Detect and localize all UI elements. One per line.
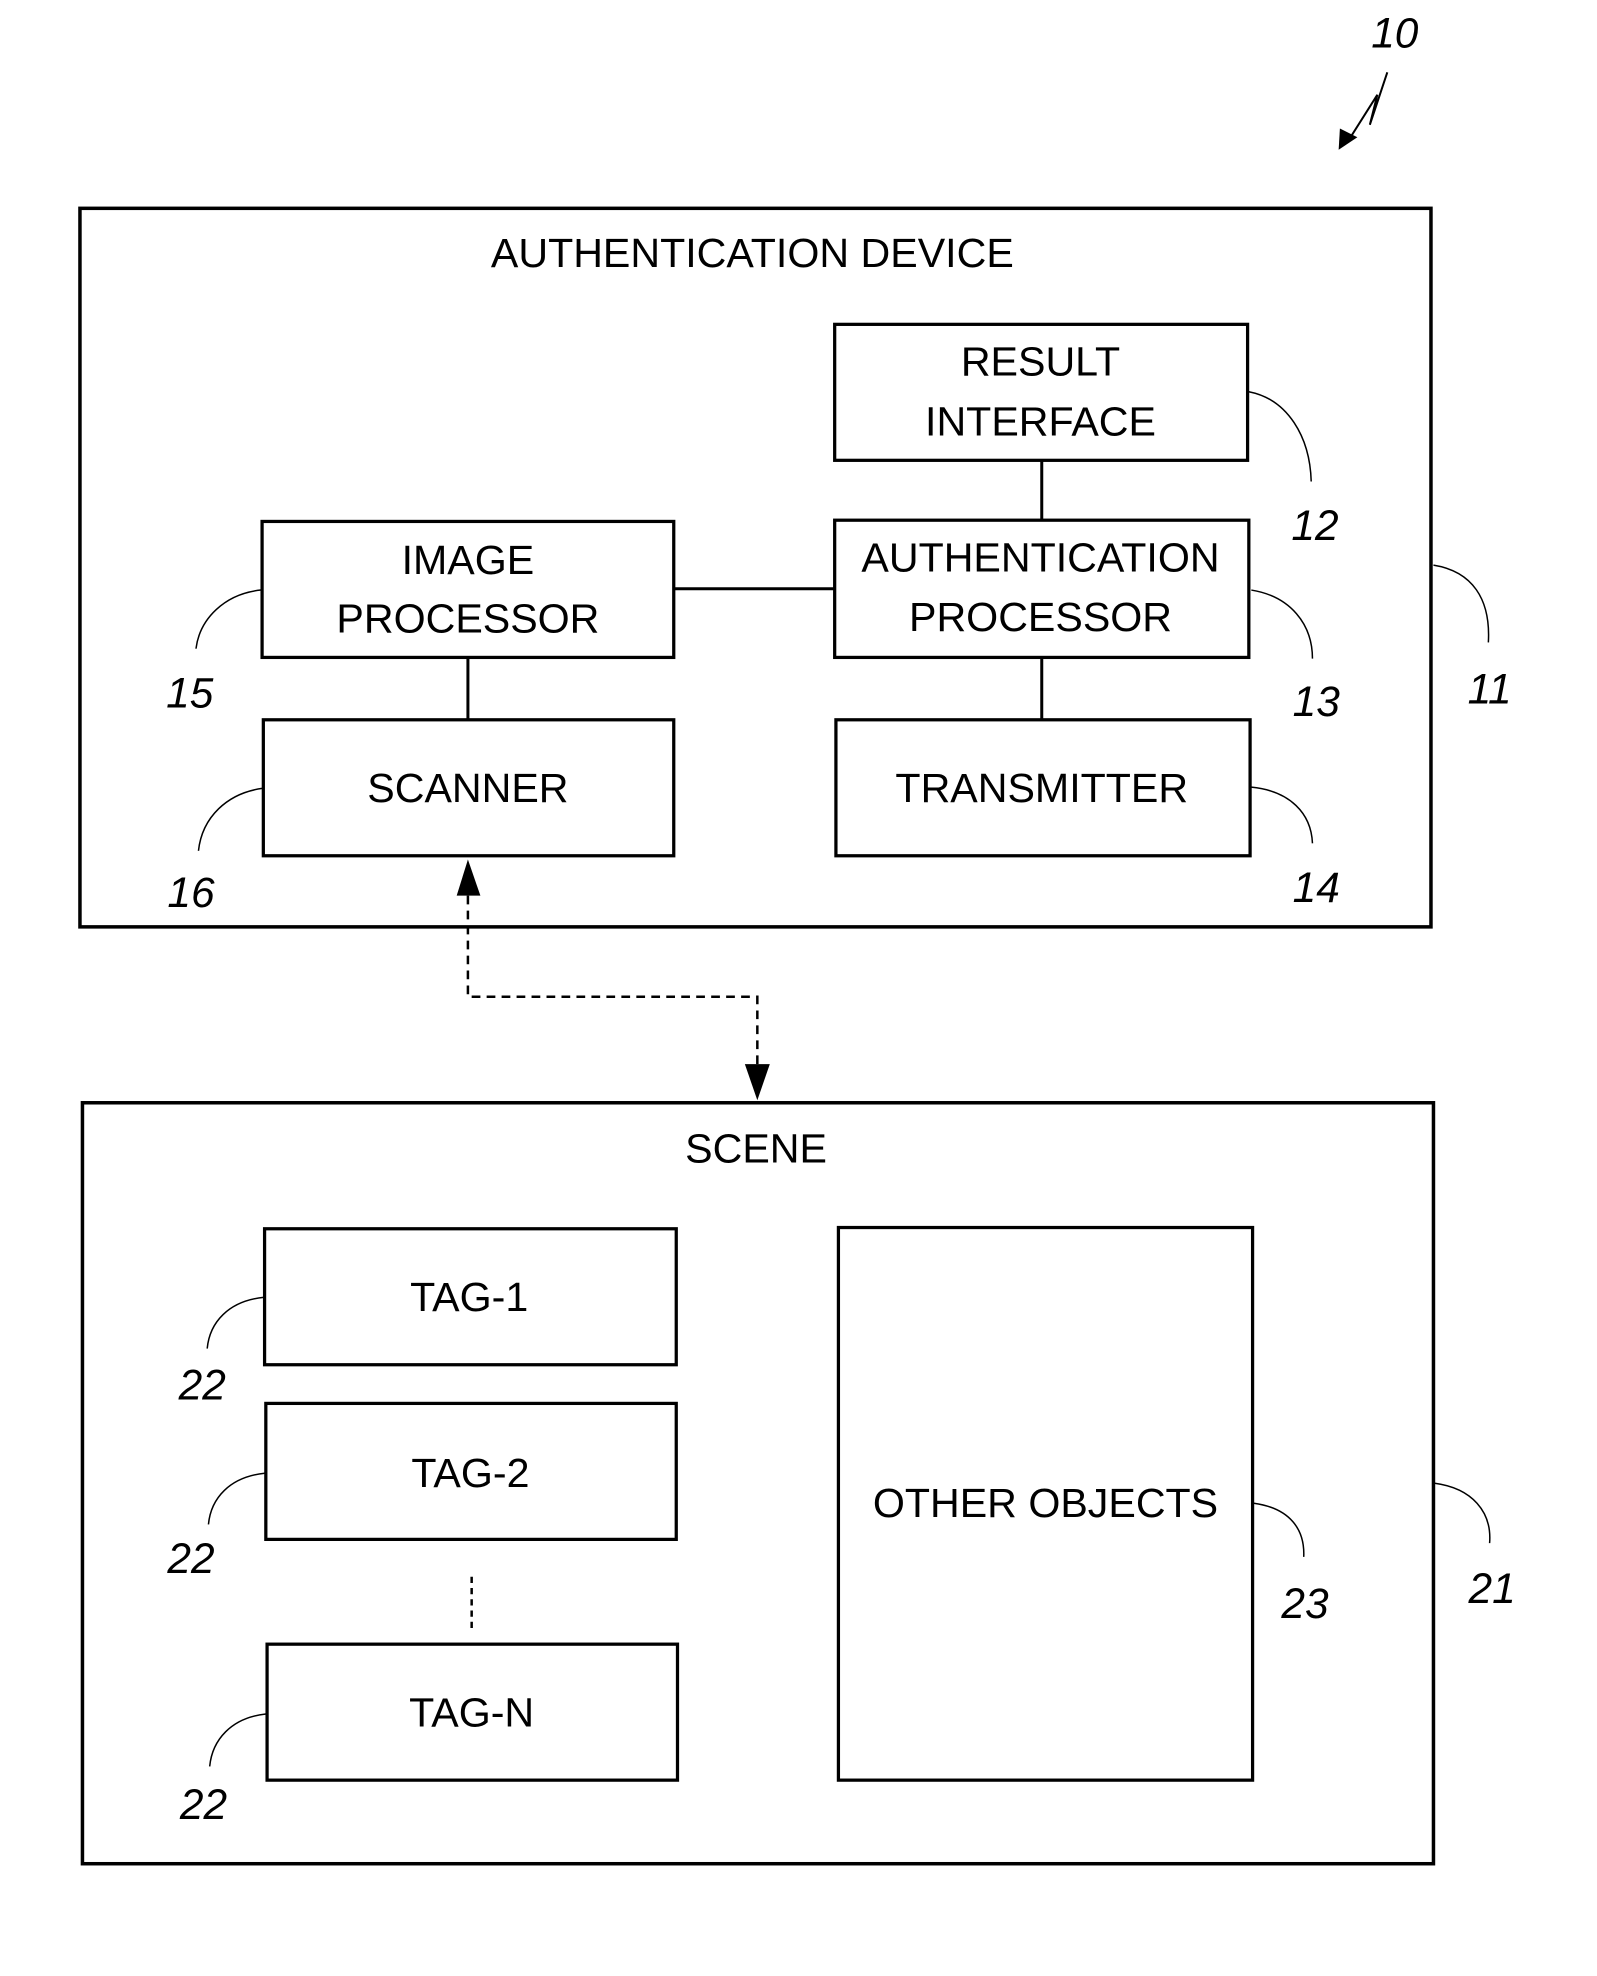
result-interface-label-line2: INTERFACE (925, 398, 1156, 444)
result-interface-label-line1: RESULT (961, 338, 1120, 384)
image-processor-label-line2: PROCESSOR (336, 595, 599, 641)
leader-11 (1433, 564, 1490, 643)
scanner-label: SCANNER (367, 765, 568, 811)
tag-1-label: TAG-1 (410, 1274, 528, 1320)
ref-14: 14 (1293, 864, 1340, 911)
ref-22-tag-1: 22 (178, 1362, 226, 1409)
transmitter-label: TRANSMITTER (895, 765, 1188, 811)
figure-reference-10: 10 (1338, 9, 1419, 150)
leader-21 (1434, 1482, 1491, 1544)
ref-21: 21 (1468, 1565, 1516, 1612)
ref-23: 23 (1280, 1580, 1329, 1627)
arrow-down-icon (744, 1064, 770, 1101)
authentication-device-title: AUTHENTICATION DEVICE (491, 230, 1014, 276)
ref-13: 13 (1293, 678, 1341, 725)
tag-2-label: TAG-2 (411, 1450, 529, 1496)
ref-11: 11 (1468, 666, 1512, 713)
zigzag-leader (1346, 72, 1389, 143)
ref-15: 15 (166, 669, 214, 716)
ref-16: 16 (167, 869, 215, 916)
scene-title: SCENE (685, 1126, 827, 1172)
ref-22-tag-n: 22 (179, 1781, 227, 1828)
authentication-processor-label-line2: PROCESSOR (909, 594, 1172, 640)
figure-number: 10 (1371, 9, 1419, 56)
image-processor-label-line1: IMAGE (402, 537, 535, 583)
authentication-processor-label-line1: AUTHENTICATION (861, 534, 1219, 580)
ref-22-tag-2: 22 (166, 1535, 214, 1582)
ref-12: 12 (1291, 502, 1338, 549)
tag-n-label: TAG-N (409, 1690, 534, 1736)
authentication-device: AUTHENTICATION DEVICE 11 RESULT INTERFAC… (78, 206, 1512, 929)
other-objects-label: OTHER OBJECTS (873, 1480, 1218, 1526)
scene: SCENE 21 TAG-1 22 TAG-2 22 TAG-N 22 OTHE… (80, 1101, 1516, 1866)
block-diagram: 10 AUTHENTICATION DEVICE 11 RESULT INTER… (78, 9, 1516, 1866)
